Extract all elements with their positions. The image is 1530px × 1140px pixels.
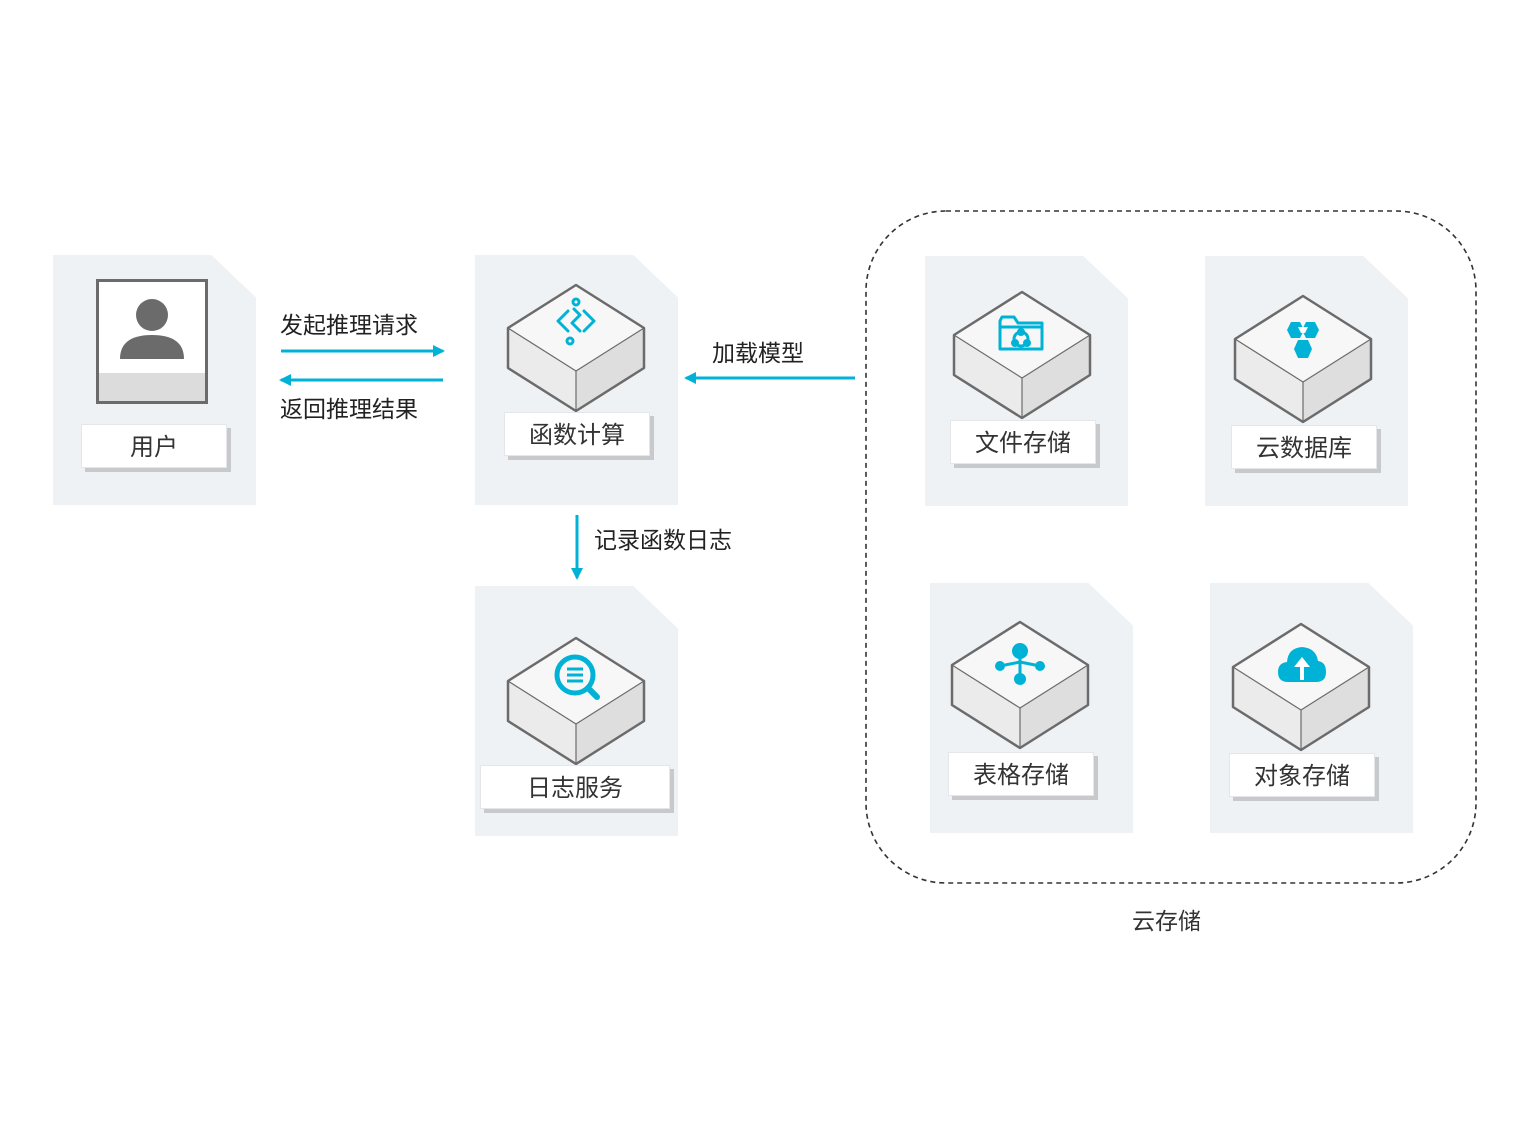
user-label: 用户 — [81, 424, 227, 468]
table-storage-label: 表格存储 — [948, 752, 1094, 796]
cloud-upload-icon — [1276, 642, 1328, 686]
user-avatar-icon — [96, 279, 208, 404]
object-storage-label: 对象存储 — [1229, 753, 1375, 797]
tree-nodes-icon — [992, 640, 1048, 688]
folder-share-icon — [996, 309, 1046, 355]
cloud-storage-group-label: 云存储 — [1132, 909, 1201, 935]
diagram-overlay — [279, 210, 1477, 884]
log-edge-label: 记录函数日志 — [594, 528, 732, 554]
load-model-edge-label: 加载模型 — [712, 341, 804, 367]
log-service-label: 日志服务 — [480, 765, 670, 809]
function-compute-label: 函数计算 — [504, 412, 650, 456]
request-edge-label: 发起推理请求 — [280, 313, 418, 339]
response-edge-label: 返回推理结果 — [280, 397, 418, 423]
function-code-icon — [550, 295, 602, 347]
log-search-icon — [553, 653, 603, 703]
cloud-database-label: 云数据库 — [1231, 425, 1377, 469]
file-storage-label: 文件存储 — [950, 420, 1096, 464]
hexagon-cluster-icon — [1278, 320, 1328, 366]
